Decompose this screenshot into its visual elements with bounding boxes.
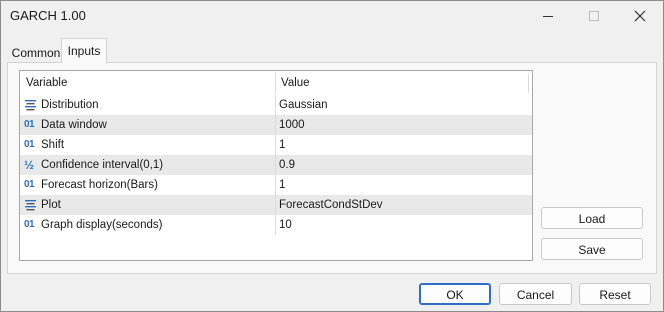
row-variable: Graph display(seconds): [41, 219, 163, 231]
row-value[interactable]: 1: [279, 135, 285, 155]
row-value[interactable]: ForecastCondStDev: [279, 195, 383, 215]
row-variable: Data window: [41, 119, 107, 131]
fraction-icon: ½: [24, 158, 35, 172]
reset-button[interactable]: Reset: [579, 283, 651, 305]
integer-icon: 01: [24, 179, 35, 190]
column-divider: [275, 73, 276, 93]
ok-button[interactable]: OK: [419, 283, 491, 305]
window-title: GARCH 1.00: [10, 8, 86, 23]
row-value[interactable]: 1000: [279, 115, 305, 135]
row-variable: Distribution: [41, 99, 99, 111]
load-button[interactable]: Load: [541, 207, 643, 229]
row-variable: Shift: [41, 139, 65, 151]
save-button[interactable]: Save: [541, 238, 643, 260]
cancel-button[interactable]: Cancel: [499, 283, 572, 305]
maximize-icon: [589, 11, 599, 21]
minimize-icon: [543, 16, 553, 17]
row-variable: Forecast horizon(Bars): [41, 179, 158, 191]
table-row[interactable]: ½ Confidence interval(0,1) 0.9: [20, 155, 532, 175]
row-variable: Plot: [41, 199, 61, 211]
column-divider: [275, 215, 276, 235]
close-button[interactable]: [617, 1, 663, 31]
column-divider: [275, 155, 276, 175]
table-row[interactable]: Plot ForecastCondStDev: [20, 195, 532, 215]
integer-icon: 01: [24, 139, 35, 150]
inputs-table: Variable Value Distribution Gaussian 01 …: [19, 70, 533, 261]
list-enum-icon: [24, 195, 38, 215]
integer-icon: 01: [24, 119, 35, 130]
dialog-window: GARCH 1.00 Common Inputs Variable Value: [0, 0, 664, 312]
row-value[interactable]: 1: [279, 175, 285, 195]
minimize-button[interactable]: [525, 1, 571, 31]
column-divider: [275, 195, 276, 215]
table-header: Variable Value: [20, 71, 532, 95]
row-value[interactable]: Gaussian: [279, 95, 328, 115]
table-row[interactable]: 01 Graph display(seconds) 10: [20, 215, 532, 235]
row-variable: Confidence interval(0,1): [41, 159, 164, 171]
table-row[interactable]: 01 Forecast horizon(Bars) 1: [20, 175, 532, 195]
column-header-value[interactable]: Value: [281, 71, 310, 95]
row-value[interactable]: 0.9: [279, 155, 295, 175]
column-divider: [528, 73, 529, 93]
table-row[interactable]: 01 Data window 1000: [20, 115, 532, 135]
table-row[interactable]: Distribution Gaussian: [20, 95, 532, 115]
maximize-button: [571, 1, 617, 31]
table-row[interactable]: 01 Shift 1: [20, 135, 532, 155]
row-value[interactable]: 10: [279, 215, 292, 235]
title-bar: GARCH 1.00: [1, 1, 663, 31]
column-header-variable[interactable]: Variable: [26, 71, 67, 95]
column-divider: [275, 175, 276, 195]
close-icon: [634, 10, 646, 22]
column-divider: [275, 135, 276, 155]
column-divider: [275, 115, 276, 135]
column-divider: [275, 95, 276, 115]
tab-inputs[interactable]: Inputs: [61, 38, 107, 63]
integer-icon: 01: [24, 219, 35, 230]
list-enum-icon: [24, 95, 38, 115]
